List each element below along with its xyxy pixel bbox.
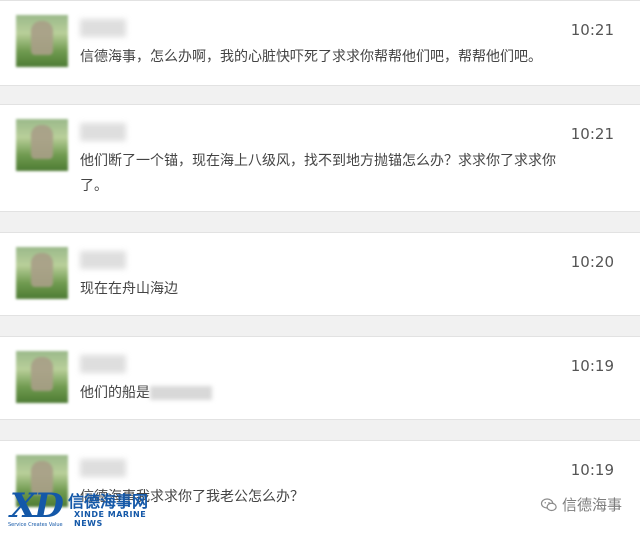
sender-name-blurred	[80, 19, 126, 37]
sender-name-blurred	[80, 251, 126, 269]
logo-english-name: XINDE MARINE NEWS	[74, 510, 147, 528]
avatar[interactable]	[16, 247, 68, 299]
avatar[interactable]	[16, 15, 68, 67]
message-time: 10:19	[570, 357, 614, 375]
message-text: 他们的船是	[80, 381, 580, 406]
message-time: 10:19	[570, 461, 614, 479]
wechat-watermark: 信德海事	[540, 494, 622, 515]
wechat-icon	[540, 497, 557, 511]
sender-name-blurred	[80, 123, 126, 141]
sender-name-blurred	[80, 355, 126, 373]
message-item[interactable]: 10:21 信德海事，怎么办啊，我的心脏快吓死了求求你帮帮他们吧，帮帮他们吧。	[0, 0, 640, 86]
avatar[interactable]	[16, 119, 68, 171]
logo-mark: XD	[10, 486, 64, 526]
sender-name-blurred	[80, 459, 126, 477]
avatar[interactable]	[16, 351, 68, 403]
message-time: 10:20	[570, 253, 614, 271]
watermark-text: 信德海事	[562, 496, 623, 514]
message-item[interactable]: 10:21 他们断了一个锚，现在海上八级风，找不到地方抛锚怎么办？求求你了求求你…	[0, 104, 640, 212]
logo-chinese-name: 信德海事网	[68, 492, 149, 511]
message-text: 信德海事，怎么办啊，我的心脏快吓死了求求你帮帮他们吧，帮帮他们吧。	[80, 49, 542, 65]
brand-logo: XD 信德海事网 XINDE MARINE NEWS Service Creat…	[6, 486, 166, 530]
message-time: 10:21	[570, 21, 614, 39]
message-time: 10:21	[570, 125, 614, 143]
redacted-blur	[150, 386, 212, 400]
message-item[interactable]: 10:20 现在在舟山海边	[0, 232, 640, 316]
message-text: 现在在舟山海边	[80, 281, 178, 297]
logo-tagline: Service Creates Value	[8, 522, 63, 528]
message-text: 他们断了一个锚，现在海上八级风，找不到地方抛锚怎么办？求求你了求求你了。	[80, 153, 556, 194]
message-text-visible: 他们的船是	[80, 385, 150, 401]
message-item[interactable]: 10:19 他们的船是	[0, 336, 640, 420]
